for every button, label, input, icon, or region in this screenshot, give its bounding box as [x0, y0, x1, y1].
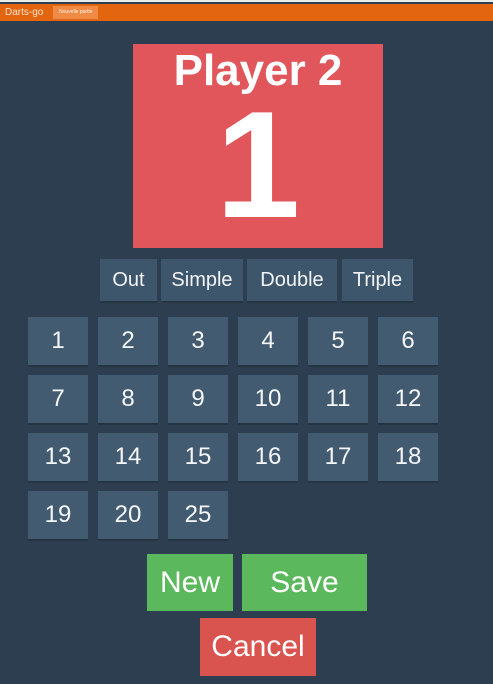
triple-button[interactable]: Triple — [342, 259, 413, 301]
number-button-7[interactable]: 7 — [28, 375, 88, 423]
number-button-14[interactable]: 14 — [98, 433, 158, 481]
double-button[interactable]: Double — [247, 259, 337, 301]
number-button-10[interactable]: 10 — [238, 375, 298, 423]
number-button-4[interactable]: 4 — [238, 317, 298, 365]
number-button-18[interactable]: 18 — [378, 433, 438, 481]
simple-button[interactable]: Simple — [161, 259, 243, 301]
number-button-5[interactable]: 5 — [308, 317, 368, 365]
number-button-19[interactable]: 19 — [28, 491, 88, 539]
number-button-13[interactable]: 13 — [28, 433, 88, 481]
player-panel: Player 2 1 — [133, 44, 383, 248]
save-button[interactable]: Save — [242, 554, 367, 611]
out-button[interactable]: Out — [100, 259, 157, 301]
top-bar: Darts-go Nouvelle partie — [0, 0, 493, 22]
number-button-6[interactable]: 6 — [378, 317, 438, 365]
app-title[interactable]: Darts-go — [5, 5, 43, 20]
number-button-8[interactable]: 8 — [98, 375, 158, 423]
number-button-11[interactable]: 11 — [308, 375, 368, 423]
number-button-17[interactable]: 17 — [308, 433, 368, 481]
number-button-20[interactable]: 20 — [98, 491, 158, 539]
nav-tab[interactable]: Nouvelle partie — [53, 6, 99, 19]
number-button-1[interactable]: 1 — [28, 317, 88, 365]
number-button-2[interactable]: 2 — [98, 317, 158, 365]
number-button-12[interactable]: 12 — [378, 375, 438, 423]
player-score: 1 — [215, 80, 301, 250]
number-button-25[interactable]: 25 — [168, 491, 228, 539]
new-button[interactable]: New — [147, 554, 233, 611]
number-button-15[interactable]: 15 — [168, 433, 228, 481]
nav-bar: Darts-go Nouvelle partie — [0, 4, 493, 21]
number-button-9[interactable]: 9 — [168, 375, 228, 423]
cancel-button[interactable]: Cancel — [200, 618, 316, 676]
number-button-3[interactable]: 3 — [168, 317, 228, 365]
number-button-16[interactable]: 16 — [238, 433, 298, 481]
